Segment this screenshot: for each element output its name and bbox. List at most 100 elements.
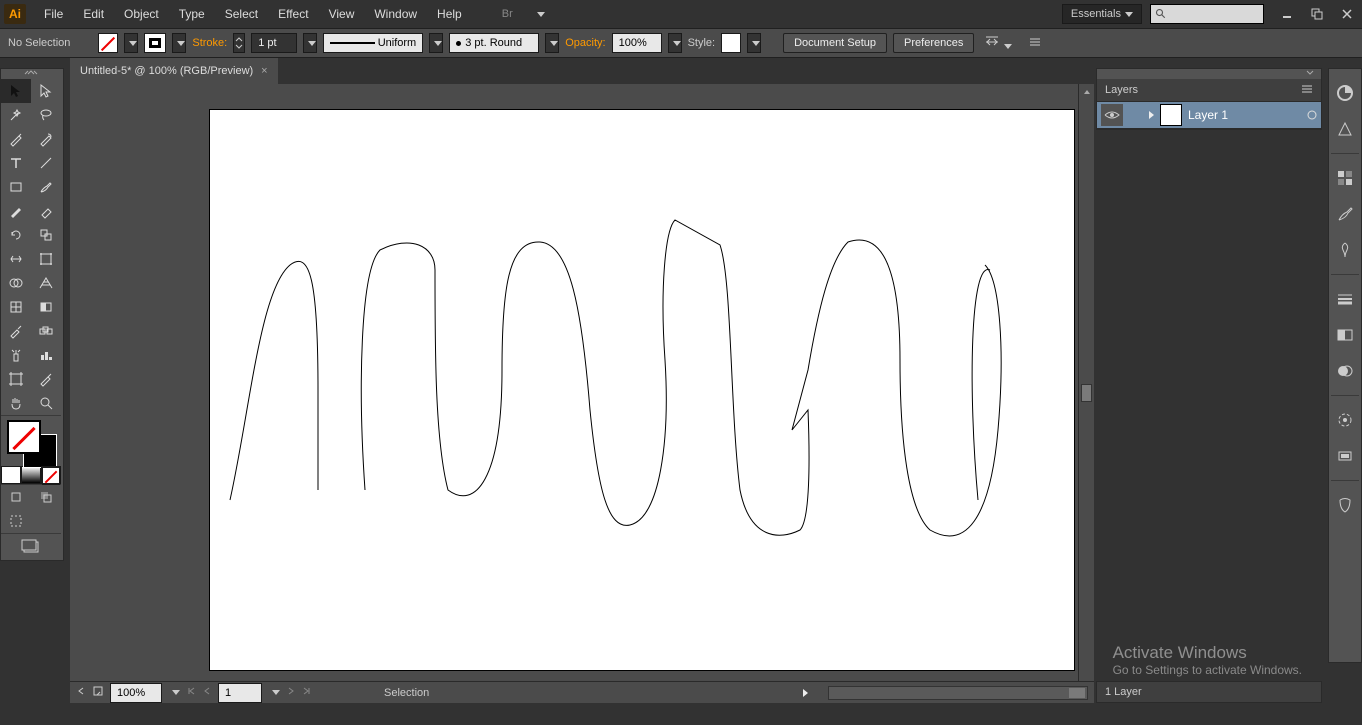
gradient-tool[interactable] (31, 295, 61, 319)
slice-tool[interactable] (31, 367, 61, 391)
lasso-tool[interactable] (31, 103, 61, 127)
zoom-tool[interactable] (31, 391, 61, 415)
menu-object[interactable]: Object (114, 0, 169, 28)
profile-dropdown[interactable] (429, 33, 443, 53)
scale-tool[interactable] (31, 223, 61, 247)
arrange-docs-icon[interactable] (523, 0, 555, 28)
column-graph-tool[interactable] (31, 343, 61, 367)
shape-builder-tool[interactable] (1, 271, 31, 295)
layer-row[interactable]: Layer 1 (1097, 101, 1321, 129)
pen-tool[interactable] (1, 127, 31, 151)
controlbar-menu-icon[interactable] (1028, 35, 1042, 52)
opacity-value[interactable]: 100% (612, 33, 662, 53)
artboard-prev[interactable] (202, 686, 212, 699)
rectangle-tool[interactable] (1, 175, 31, 199)
magic-wand-tool[interactable] (1, 103, 31, 127)
stroke-profile[interactable]: Uniform (323, 33, 423, 53)
eraser-tool[interactable] (31, 199, 61, 223)
panel-menu-icon[interactable] (1301, 84, 1313, 97)
workspace-switcher[interactable]: Essentials (1062, 4, 1142, 24)
artboard-number[interactable]: 1 (218, 683, 262, 703)
zoom-dropdown[interactable] (172, 690, 180, 695)
color-guide-panel-icon[interactable] (1333, 117, 1357, 141)
artboard-last[interactable] (302, 686, 312, 699)
artboard-dropdown[interactable] (272, 690, 280, 695)
visibility-toggle[interactable] (1101, 104, 1123, 126)
bridge-icon[interactable]: Br (492, 0, 523, 28)
scrollbar-thumb[interactable] (1081, 384, 1092, 402)
artboard-next[interactable] (286, 686, 296, 699)
layer-name[interactable]: Layer 1 (1188, 108, 1228, 122)
free-transform-tool[interactable] (31, 247, 61, 271)
fill-flyout[interactable] (124, 33, 138, 53)
graphic-style-swatch[interactable] (721, 33, 741, 53)
pencil-tool[interactable] (1, 199, 31, 223)
status-export-icon[interactable] (92, 685, 104, 700)
draw-behind-icon[interactable] (31, 485, 61, 509)
symbol-sprayer-tool[interactable] (1, 343, 31, 367)
paintbrush-tool[interactable] (31, 175, 61, 199)
opacity-dropdown[interactable] (668, 33, 682, 53)
stroke-weight-stepper[interactable] (233, 33, 245, 53)
draw-inside-icon[interactable] (1, 509, 31, 533)
screen-mode-toggle[interactable] (1, 534, 61, 560)
menu-file[interactable]: File (34, 0, 73, 28)
window-maximize[interactable] (1302, 3, 1332, 25)
fill-swatch[interactable] (98, 33, 118, 53)
brushes-panel-icon[interactable] (1333, 202, 1357, 226)
menu-view[interactable]: View (319, 0, 365, 28)
color-mode-none[interactable] (41, 466, 61, 484)
panel-collapse[interactable] (1097, 69, 1321, 79)
appearance-panel-icon[interactable] (1333, 408, 1357, 432)
status-flyout[interactable] (803, 689, 808, 697)
document-setup-button[interactable]: Document Setup (783, 33, 887, 53)
stroke-flyout[interactable] (172, 33, 186, 53)
document-tab[interactable]: Untitled-5* @ 100% (RGB/Preview) × (70, 58, 278, 84)
perspective-grid-tool[interactable] (31, 271, 61, 295)
line-tool[interactable] (31, 151, 61, 175)
canvas-viewport[interactable] (70, 84, 1094, 703)
preferences-button[interactable]: Preferences (893, 33, 974, 53)
curvature-tool[interactable] (31, 127, 61, 151)
close-tab-icon[interactable]: × (261, 65, 267, 77)
fill-stroke-indicator[interactable] (1, 416, 61, 466)
window-close[interactable] (1332, 3, 1362, 25)
target-icon[interactable] (1307, 110, 1317, 120)
horizontal-scrollbar[interactable] (828, 686, 1088, 700)
type-tool[interactable] (1, 151, 31, 175)
color-mode-gradient[interactable] (21, 466, 41, 484)
align-to-icon[interactable] (980, 34, 1016, 53)
eyedropper-tool[interactable] (1, 319, 31, 343)
rotate-tool[interactable] (1, 223, 31, 247)
artboard-first[interactable] (186, 686, 196, 699)
color-panel-icon[interactable] (1333, 81, 1357, 105)
brush-dropdown[interactable] (545, 33, 559, 53)
swatches-panel-icon[interactable] (1333, 166, 1357, 190)
transparency-panel-icon[interactable] (1333, 359, 1357, 383)
color-mode-solid[interactable] (1, 466, 21, 484)
mesh-tool[interactable] (1, 295, 31, 319)
blend-tool[interactable] (31, 319, 61, 343)
brush-def[interactable]: 3 pt. Round (449, 33, 539, 53)
hand-tool[interactable] (1, 391, 31, 415)
artboard[interactable] (210, 110, 1074, 670)
artboard-tool[interactable] (1, 367, 31, 391)
menu-help[interactable]: Help (427, 0, 472, 28)
status-nav-left[interactable] (76, 686, 86, 699)
selection-tool[interactable] (1, 79, 31, 103)
search-input[interactable] (1150, 4, 1264, 24)
vertical-scrollbar[interactable] (1078, 84, 1094, 703)
menu-window[interactable]: Window (364, 0, 427, 28)
stroke-panel-icon[interactable] (1333, 287, 1357, 311)
gradient-panel-icon[interactable] (1333, 323, 1357, 347)
width-tool[interactable] (1, 247, 31, 271)
style-dropdown[interactable] (747, 33, 761, 53)
zoom-level[interactable]: 100% (110, 683, 162, 703)
gpu-icon[interactable] (555, 0, 575, 28)
artwork-path[interactable] (230, 220, 1001, 536)
toolbox-collapse[interactable] (1, 69, 61, 79)
menu-effect[interactable]: Effect (268, 0, 318, 28)
symbols-panel-icon[interactable] (1333, 238, 1357, 262)
window-minimize[interactable] (1272, 3, 1302, 25)
stroke-weight[interactable]: 1 pt (251, 33, 297, 53)
